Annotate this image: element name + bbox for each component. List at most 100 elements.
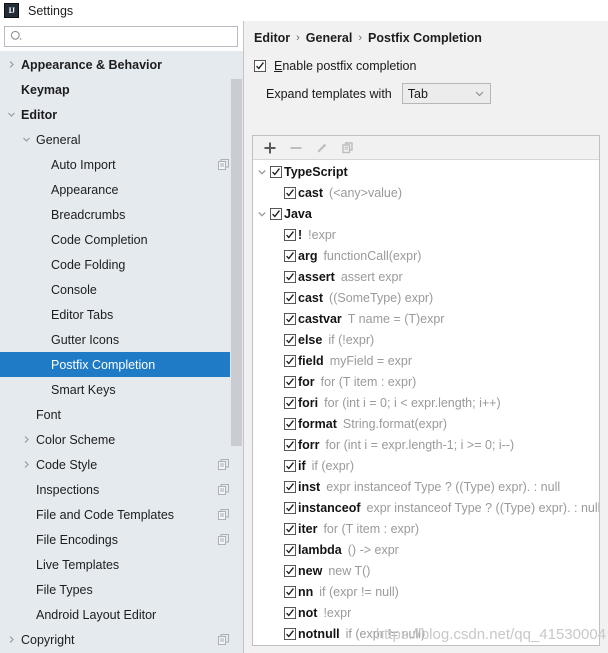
copy-settings-icon[interactable] [218,509,229,520]
template-row[interactable]: ! !expr [253,224,599,245]
sidebar-item-console[interactable]: Console [0,277,243,302]
template-row[interactable]: inst expr instanceof Type ? ((Type) expr)… [253,476,599,497]
template-row[interactable]: not !expr [253,602,599,623]
template-row[interactable]: lambda () -> expr [253,539,599,560]
chevron-down-icon[interactable] [22,135,31,144]
template-row[interactable]: castvar T name = (T)expr [253,308,599,329]
chevron-down-icon[interactable] [257,167,267,177]
sidebar-item-label: Smart Keys [51,382,116,397]
template-checkbox[interactable] [284,438,296,451]
sidebar-item-live-templates[interactable]: Live Templates [0,552,243,577]
template-checkbox[interactable] [284,522,296,535]
sidebar-item-inspections[interactable]: Inspections [0,477,243,502]
sidebar-item-appearance-behavior[interactable]: Appearance & Behavior [0,52,243,77]
sidebar-item-editor-tabs[interactable]: Editor Tabs [0,302,243,327]
template-checkbox[interactable] [284,186,296,199]
sidebar-item-code-folding[interactable]: Code Folding [0,252,243,277]
sidebar-item-file-types[interactable]: File Types [0,577,243,602]
copy-settings-icon[interactable] [218,634,229,645]
template-checkbox[interactable] [284,270,296,283]
chevron-down-icon[interactable] [257,209,267,219]
template-checkbox[interactable] [284,417,296,430]
copy-settings-icon[interactable] [218,159,229,170]
template-checkbox[interactable] [284,396,296,409]
template-row[interactable]: cast ((SomeType) expr) [253,287,599,308]
template-checkbox[interactable] [284,312,296,325]
sidebar-item-auto-import[interactable]: Auto Import [0,152,243,177]
sidebar-tree[interactable]: Appearance & Behavior Keymap Editor General… [0,52,243,653]
sidebar-item-breadcrumbs[interactable]: Breadcrumbs [0,202,243,227]
template-checkbox[interactable] [284,249,296,262]
sidebar-item-code-style[interactable]: Code Style [0,452,243,477]
template-row[interactable]: arg functionCall(expr) [253,245,599,266]
template-checkbox[interactable] [284,375,296,388]
copy-settings-icon[interactable] [218,459,229,470]
sidebar-item-code-completion[interactable]: Code Completion [0,227,243,252]
sidebar-item-smart-keys[interactable]: Smart Keys [0,377,243,402]
template-row[interactable]: new new T() [253,560,599,581]
enable-postfix-completion-row[interactable]: Enable postfix completion [252,55,600,76]
sidebar-scrollbar-thumb[interactable] [231,79,242,446]
template-checkbox[interactable] [284,543,296,556]
chevron-right-icon[interactable] [7,635,16,644]
template-row[interactable]: nullif (expr == null) [253,644,599,645]
template-checkbox[interactable] [284,501,296,514]
chevron-right-icon[interactable] [7,60,16,69]
sidebar-item-editor[interactable]: Editor [0,102,243,127]
chevron-right-icon[interactable] [22,460,31,469]
template-checkbox[interactable] [270,165,282,178]
template-row[interactable]: field myField = expr [253,350,599,371]
expand-templates-select[interactable]: Tab [401,83,491,104]
sidebar-item-keymap[interactable]: Keymap [0,77,243,102]
template-key: if [298,458,306,473]
copy-settings-icon[interactable] [218,534,229,545]
copy-button[interactable] [337,138,359,158]
template-checkbox[interactable] [284,333,296,346]
enable-postfix-completion-checkbox[interactable] [254,59,266,72]
template-checkbox[interactable] [284,585,296,598]
sidebar-item-copyright[interactable]: Copyright [0,627,243,652]
sidebar-item-general[interactable]: General [0,127,243,152]
sidebar-item-postfix-completion[interactable]: Postfix Completion [0,352,243,377]
template-group-row[interactable]: TypeScript [253,161,599,182]
template-row[interactable]: notnull if (expr != null) [253,623,599,644]
sidebar-scrollbar-track[interactable] [230,52,243,653]
copy-settings-icon[interactable] [218,484,229,495]
template-checkbox[interactable] [284,606,296,619]
template-checkbox[interactable] [284,354,296,367]
sidebar-item-color-scheme[interactable]: Color Scheme [0,427,243,452]
template-row[interactable]: iter for (T item : expr) [253,518,599,539]
chevron-down-icon[interactable] [7,110,16,119]
template-row[interactable]: nn if (expr != null) [253,581,599,602]
template-checkbox[interactable] [284,228,296,241]
template-row[interactable]: cast (<any>value) [253,182,599,203]
template-row[interactable]: format String.format(expr) [253,413,599,434]
sidebar-item-file-encodings[interactable]: File Encodings [0,527,243,552]
sidebar-item-appearance[interactable]: Appearance [0,177,243,202]
templates-tree[interactable]: TypeScript cast (<any>value) Java! !expr arg f… [253,161,599,645]
template-row[interactable]: fori for (int i = 0; i < expr.length; i++… [253,392,599,413]
chevron-right-icon[interactable] [22,435,31,444]
edit-button[interactable] [311,138,333,158]
sidebar-item-file-and-code-templates[interactable]: File and Code Templates [0,502,243,527]
sidebar-item-font[interactable]: Font [0,402,243,427]
template-row[interactable]: assert assert expr [253,266,599,287]
template-row[interactable]: else if (!expr) [253,329,599,350]
template-checkbox[interactable] [284,564,296,577]
sidebar-item-gutter-icons[interactable]: Gutter Icons [0,327,243,352]
remove-button[interactable] [285,138,307,158]
search-input[interactable] [23,29,237,44]
search-box[interactable] [4,26,238,47]
template-checkbox[interactable] [284,291,296,304]
sidebar-item-android-layout-editor[interactable]: Android Layout Editor [0,602,243,627]
template-checkbox[interactable] [284,459,296,472]
template-row[interactable]: if if (expr) [253,455,599,476]
template-group-row[interactable]: Java [253,203,599,224]
template-checkbox[interactable] [270,207,282,220]
template-row[interactable]: instanceof expr instanceof Type ? ((Type)… [253,497,599,518]
template-checkbox[interactable] [284,627,296,640]
template-row[interactable]: forr for (int i = expr.length-1; i >= 0; … [253,434,599,455]
template-checkbox[interactable] [284,480,296,493]
template-row[interactable]: for for (T item : expr) [253,371,599,392]
add-button[interactable] [259,138,281,158]
